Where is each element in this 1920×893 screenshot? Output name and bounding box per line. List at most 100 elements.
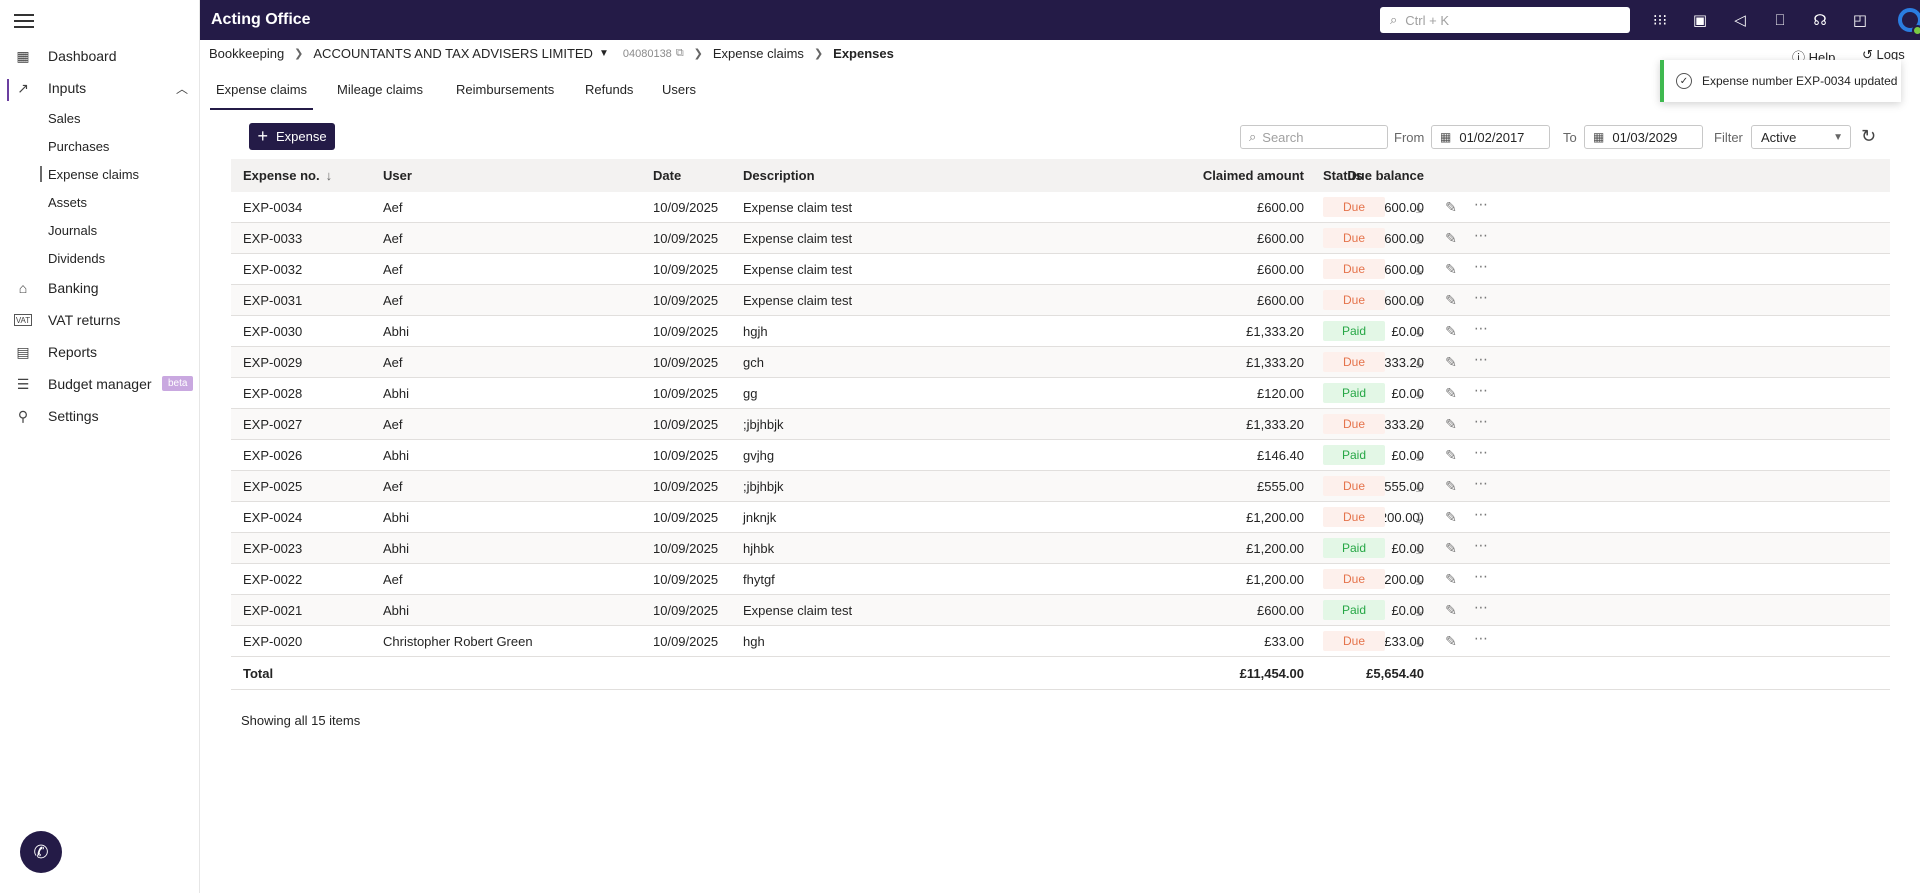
edit-icon[interactable]: ✎ [1443,230,1459,247]
download-icon[interactable]: ⤓ [1411,571,1427,588]
table-row[interactable]: EXP-0024 Abhi 10/09/2025 jnknjk £1,200.00 £(1… [231,502,1890,533]
edit-icon[interactable]: ✎ [1443,323,1459,340]
cell-expense-no[interactable]: EXP-0028 [243,378,302,408]
edit-icon[interactable]: ✎ [1443,416,1459,433]
breadcrumb-bookkeeping[interactable]: Bookkeeping [209,46,284,61]
download-icon[interactable]: ⤓ [1411,633,1427,650]
table-row[interactable]: EXP-0031 Aef 10/09/2025 Expense claim test £… [231,285,1890,316]
breadcrumb-company[interactable]: ACCOUNTANTS AND TAX ADVISERS LIMITED [313,46,593,61]
sidebar-item-budget-manager[interactable]: ☰ Budget manager beta [0,370,200,398]
headset-icon[interactable]: ☊ [1810,10,1830,30]
download-icon[interactable]: ⤓ [1411,323,1427,340]
sidebar-item-reports[interactable]: ▤ Reports [0,338,200,366]
table-search-input[interactable] [1262,129,1373,145]
table-search[interactable]: ⌕ [1240,125,1388,149]
cell-expense-no[interactable]: EXP-0033 [243,223,302,253]
more-options-icon[interactable]: ⋯ [1473,475,1489,492]
table-row[interactable]: EXP-0029 Aef 10/09/2025 gch £1,333.20 £1,333.… [231,347,1890,378]
more-options-icon[interactable]: ⋯ [1473,382,1489,399]
more-options-icon[interactable]: ⋯ [1473,630,1489,647]
edit-icon[interactable]: ✎ [1443,509,1459,526]
download-icon[interactable]: ⤓ [1411,540,1427,557]
column-header-date[interactable]: Date [653,159,681,192]
more-options-icon[interactable]: ⋯ [1473,444,1489,461]
sidebar-item-dashboard[interactable]: ▦ Dashboard [0,42,200,70]
table-row[interactable]: EXP-0023 Abhi 10/09/2025 hjhbk £1,200.00 £0.0… [231,533,1890,564]
sidebar-subitem-dividends[interactable]: Dividends [48,246,105,270]
download-icon[interactable]: ⤓ [1411,292,1427,309]
tab-users[interactable]: Users [662,82,696,97]
download-icon[interactable]: ⤓ [1411,385,1427,402]
bookmark-icon[interactable]: ⎕ [1770,10,1790,30]
more-options-icon[interactable]: ⋯ [1473,413,1489,430]
more-options-icon[interactable]: ⋯ [1473,289,1489,306]
table-row[interactable]: EXP-0026 Abhi 10/09/2025 gvjhg £146.40 £0.00 P… [231,440,1890,471]
sidebar-subitem-sales[interactable]: Sales [48,106,81,130]
table-row[interactable]: EXP-0033 Aef 10/09/2025 Expense claim test £… [231,223,1890,254]
table-row[interactable]: EXP-0028 Abhi 10/09/2025 gg £120.00 £0.00 Paid… [231,378,1890,409]
cell-expense-no[interactable]: EXP-0022 [243,564,302,594]
more-options-icon[interactable]: ⋯ [1473,320,1489,337]
edit-icon[interactable]: ✎ [1443,540,1459,557]
column-header-description[interactable]: Description [743,159,815,192]
download-icon[interactable]: ⤓ [1411,509,1427,526]
edit-icon[interactable]: ✎ [1443,447,1459,464]
sidebar-subitem-journals[interactable]: Journals [48,218,97,242]
edit-icon[interactable]: ✎ [1443,354,1459,371]
more-options-icon[interactable]: ⋯ [1473,227,1489,244]
column-header-claimed-amount[interactable]: Claimed amount [1051,159,1304,192]
sidebar-subitem-purchases[interactable]: Purchases [48,134,109,158]
sidebar-subitem-assets[interactable]: Assets [48,190,87,214]
calendar-icon[interactable]: ▣ [1690,10,1710,30]
add-expense-button[interactable]: + Expense [249,123,335,150]
to-date-picker[interactable]: ▦ 01/03/2029 [1584,125,1703,149]
cell-expense-no[interactable]: EXP-0025 [243,471,302,501]
tab-reimbursements[interactable]: Reimbursements [456,82,554,97]
from-date-picker[interactable]: ▦ 01/02/2017 [1431,125,1550,149]
column-header-status[interactable]: Status [1323,159,1363,192]
table-row[interactable]: EXP-0027 Aef 10/09/2025 ;jbjhbjk £1,333.20 £1… [231,409,1890,440]
download-icon[interactable]: ⤓ [1411,354,1427,371]
cell-expense-no[interactable]: EXP-0024 [243,502,302,532]
cell-expense-no[interactable]: EXP-0029 [243,347,302,377]
filter-select[interactable]: Active ▼ [1751,125,1851,149]
download-icon[interactable]: ⤓ [1411,447,1427,464]
cell-expense-no[interactable]: EXP-0026 [243,440,302,470]
refresh-icon[interactable]: ↻ [1861,126,1876,147]
download-icon[interactable]: ⤓ [1411,602,1427,619]
chevron-up-icon[interactable]: ︿ [176,80,188,97]
cell-expense-no[interactable]: EXP-0023 [243,533,302,563]
edit-icon[interactable]: ✎ [1443,261,1459,278]
table-row[interactable]: EXP-0020 Christopher Robert Green 10/09/20… [231,626,1890,657]
sidebar-item-banking[interactable]: ⌂ Banking [0,274,200,302]
sidebar-subitem-expense-claims[interactable]: Expense claims [39,162,139,186]
cell-expense-no[interactable]: EXP-0027 [243,409,302,439]
cell-expense-no[interactable]: EXP-0020 [243,626,302,656]
more-options-icon[interactable]: ⋯ [1473,568,1489,585]
apps-icon[interactable]: ⁝⁝⁝ [1650,10,1670,30]
sidebar-item-settings[interactable]: ⚲ Settings [0,402,200,430]
global-search[interactable]: ⌕ [1380,7,1630,33]
external-link-icon[interactable]: ⧉ [676,47,684,60]
global-search-input[interactable] [1405,12,1606,28]
download-icon[interactable]: ⤓ [1411,261,1427,278]
cell-expense-no[interactable]: EXP-0021 [243,595,302,625]
table-row[interactable]: EXP-0034 Aef 10/09/2025 Expense claim test £… [231,192,1890,223]
breadcrumb-expense-claims[interactable]: Expense claims [713,46,804,61]
edit-icon[interactable]: ✎ [1443,478,1459,495]
hamburger-menu-icon[interactable] [14,12,34,28]
column-header-expense-no[interactable]: Expense no. ↓ [243,159,332,192]
more-options-icon[interactable]: ⋯ [1473,196,1489,213]
more-options-icon[interactable]: ⋯ [1473,258,1489,275]
chevron-down-icon[interactable]: ▼ [599,48,609,59]
download-icon[interactable]: ⤓ [1411,199,1427,216]
table-row[interactable]: EXP-0022 Aef 10/09/2025 fhytgf £1,200.00 £1,2… [231,564,1890,595]
tab-mileage-claims[interactable]: Mileage claims [337,82,423,97]
edit-icon[interactable]: ✎ [1443,199,1459,216]
phone-call-button[interactable]: ✆ [20,831,62,873]
table-row[interactable]: EXP-0025 Aef 10/09/2025 ;jbjhbjk £555.00 £555… [231,471,1890,502]
megaphone-icon[interactable]: ◁ [1730,10,1750,30]
download-icon[interactable]: ⤓ [1411,416,1427,433]
edit-icon[interactable]: ✎ [1443,292,1459,309]
edit-icon[interactable]: ✎ [1443,385,1459,402]
